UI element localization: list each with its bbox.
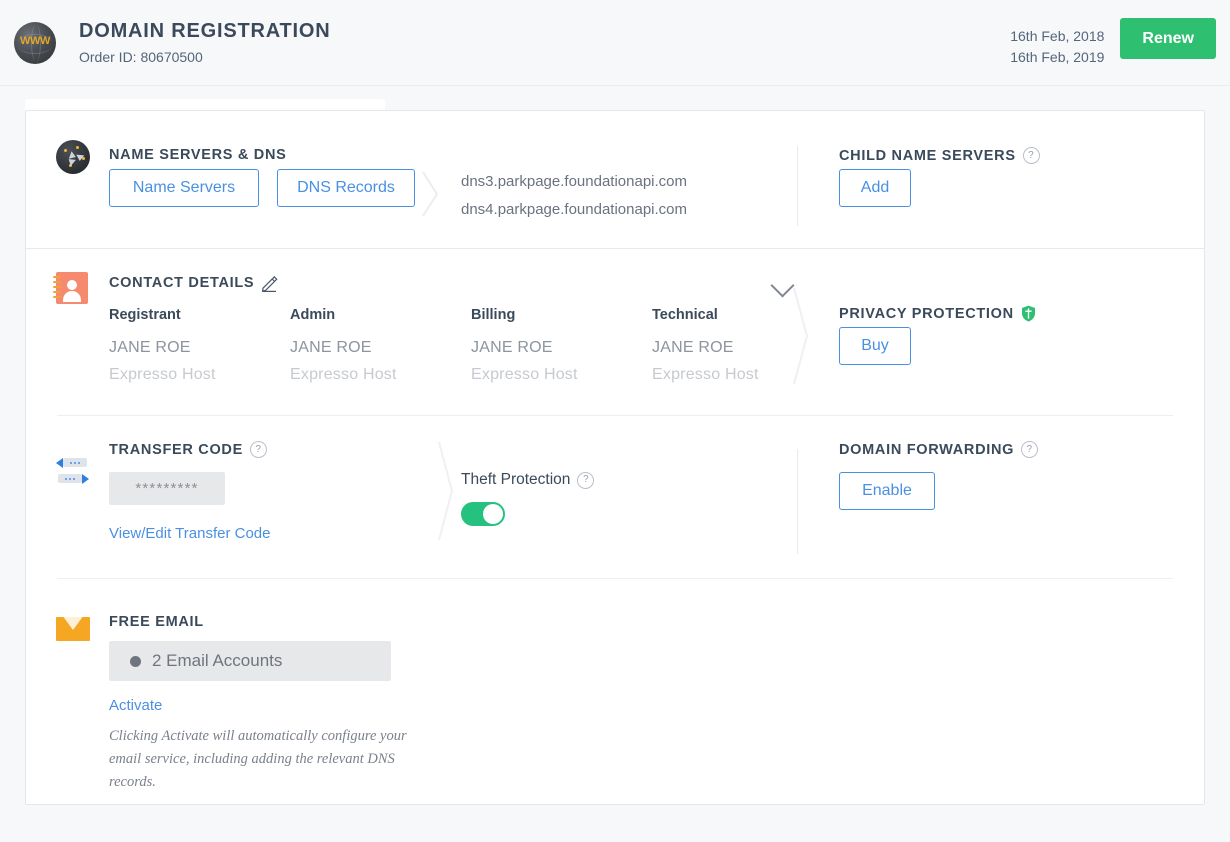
buy-privacy-protection-button[interactable]: Buy — [839, 327, 911, 365]
email-accounts-box[interactable]: 2 Email Accounts — [109, 641, 391, 681]
add-child-name-server-button[interactable]: Add — [839, 169, 911, 207]
registered-date: 16th Feb, 2018 — [1010, 26, 1104, 47]
view-edit-transfer-code-link[interactable]: View/Edit Transfer Code — [109, 525, 270, 542]
contact-card-icon — [56, 272, 88, 304]
header-identity: WWW DOMAIN REGISTRATION Order ID: 806705… — [14, 20, 331, 65]
contact-details-expand-toggle[interactable] — [774, 277, 791, 294]
section-contact-details: CONTACT DETAILS Registrant JAN — [26, 248, 1204, 415]
vertical-separator — [797, 449, 798, 554]
pencil-icon[interactable] — [261, 274, 279, 292]
child-name-servers-title: CHILD NAME SERVERS — [839, 148, 1016, 164]
domain-forwarding-title: DOMAIN FORWARDING — [839, 442, 1014, 458]
theft-protection-toggle[interactable] — [461, 502, 505, 526]
theft-protection-label: Theft Protection — [461, 471, 570, 489]
domain-details-card: NAME SERVERS & DNS Name Servers DNS Reco… — [25, 110, 1205, 805]
section-transfer-code: TRANSFER CODE ? ********* View/Edit Tran… — [26, 415, 1204, 578]
privacy-protection-title: PRIVACY PROTECTION — [839, 306, 1014, 322]
section-name-servers: NAME SERVERS & DNS Name Servers DNS Reco… — [26, 111, 1204, 248]
question-mark-icon[interactable]: ? — [250, 441, 267, 458]
status-dot-icon — [130, 656, 141, 667]
free-email-heading: FREE EMAIL — [109, 614, 204, 630]
name-servers-heading: NAME SERVERS & DNS — [109, 147, 287, 163]
contact-column-registrant: Registrant JANE ROE Expresso Host — [109, 307, 290, 384]
name-server-values: dns3.parkpage.foundationapi.com dns4.par… — [461, 168, 687, 224]
contact-org: Expresso Host — [109, 366, 290, 384]
transfer-code-title: TRANSFER CODE — [109, 442, 243, 458]
enable-domain-forwarding-button[interactable]: Enable — [839, 472, 935, 510]
section-chevron-separator — [436, 441, 458, 541]
domain-registration-page: WWW DOMAIN REGISTRATION Order ID: 806705… — [0, 0, 1230, 842]
header-actions: 16th Feb, 2018 16th Feb, 2019 Renew — [1010, 18, 1230, 68]
contact-details-heading: CONTACT DETAILS — [109, 274, 279, 292]
name-servers-title: NAME SERVERS & DNS — [109, 147, 287, 163]
privacy-protection-heading: PRIVACY PROTECTION — [839, 305, 1036, 322]
registration-dates: 16th Feb, 2018 16th Feb, 2019 — [1010, 26, 1104, 68]
expiry-date: 16th Feb, 2019 — [1010, 47, 1104, 68]
page-title: DOMAIN REGISTRATION — [79, 20, 331, 42]
child-name-servers-heading: CHILD NAME SERVERS ? — [839, 147, 1040, 164]
contact-column-billing: Billing JANE ROE Expresso Host — [471, 307, 652, 384]
transfer-arrows-icon — [56, 457, 92, 489]
section-free-email: FREE EMAIL 2 Email Accounts Activate Cli… — [26, 578, 1204, 804]
globe-www-icon: WWW — [14, 22, 56, 64]
domain-forwarding-heading: DOMAIN FORWARDING ? — [839, 441, 1038, 458]
globe-www-label: WWW — [14, 35, 56, 47]
name-server-value: dns3.parkpage.foundationapi.com — [461, 168, 687, 196]
network-nodes-icon — [56, 140, 90, 174]
contact-org: Expresso Host — [471, 366, 652, 384]
vertical-separator — [797, 146, 798, 226]
section-chevron-separator — [421, 171, 443, 217]
shield-icon — [1021, 305, 1036, 322]
section-chevron-separator — [791, 287, 813, 385]
contact-name: JANE ROE — [290, 339, 471, 357]
dns-records-button[interactable]: DNS Records — [277, 169, 415, 207]
envelope-icon — [56, 612, 90, 646]
contact-details-title: CONTACT DETAILS — [109, 275, 254, 291]
free-email-note: Clicking Activate will automatically con… — [109, 725, 425, 794]
contact-heading: Registrant — [109, 307, 290, 323]
email-accounts-label: 2 Email Accounts — [152, 651, 282, 671]
contact-org: Expresso Host — [290, 366, 471, 384]
question-mark-icon[interactable]: ? — [1021, 441, 1038, 458]
order-id: Order ID: 80670500 — [79, 49, 331, 65]
contact-heading: Admin — [290, 307, 471, 323]
free-email-title: FREE EMAIL — [109, 614, 204, 630]
contact-name: JANE ROE — [471, 339, 652, 357]
name-servers-button[interactable]: Name Servers — [109, 169, 259, 207]
transfer-code-masked-value: ********* — [109, 472, 225, 505]
contact-heading: Billing — [471, 307, 652, 323]
contact-name: JANE ROE — [109, 339, 290, 357]
name-servers-buttons: Name Servers DNS Records — [109, 169, 415, 207]
activate-email-link[interactable]: Activate — [109, 697, 162, 714]
theft-protection-heading: Theft Protection ? — [461, 471, 594, 489]
contact-column-admin: Admin JANE ROE Expresso Host — [290, 307, 471, 384]
question-mark-icon[interactable]: ? — [577, 472, 594, 489]
transfer-code-heading: TRANSFER CODE ? — [109, 441, 267, 458]
question-mark-icon[interactable]: ? — [1023, 147, 1040, 164]
renew-button[interactable]: Renew — [1120, 18, 1216, 59]
name-server-value: dns4.parkpage.foundationapi.com — [461, 196, 687, 224]
contact-columns: Registrant JANE ROE Expresso Host Admin … — [109, 307, 833, 384]
page-header: WWW DOMAIN REGISTRATION Order ID: 806705… — [0, 0, 1230, 86]
